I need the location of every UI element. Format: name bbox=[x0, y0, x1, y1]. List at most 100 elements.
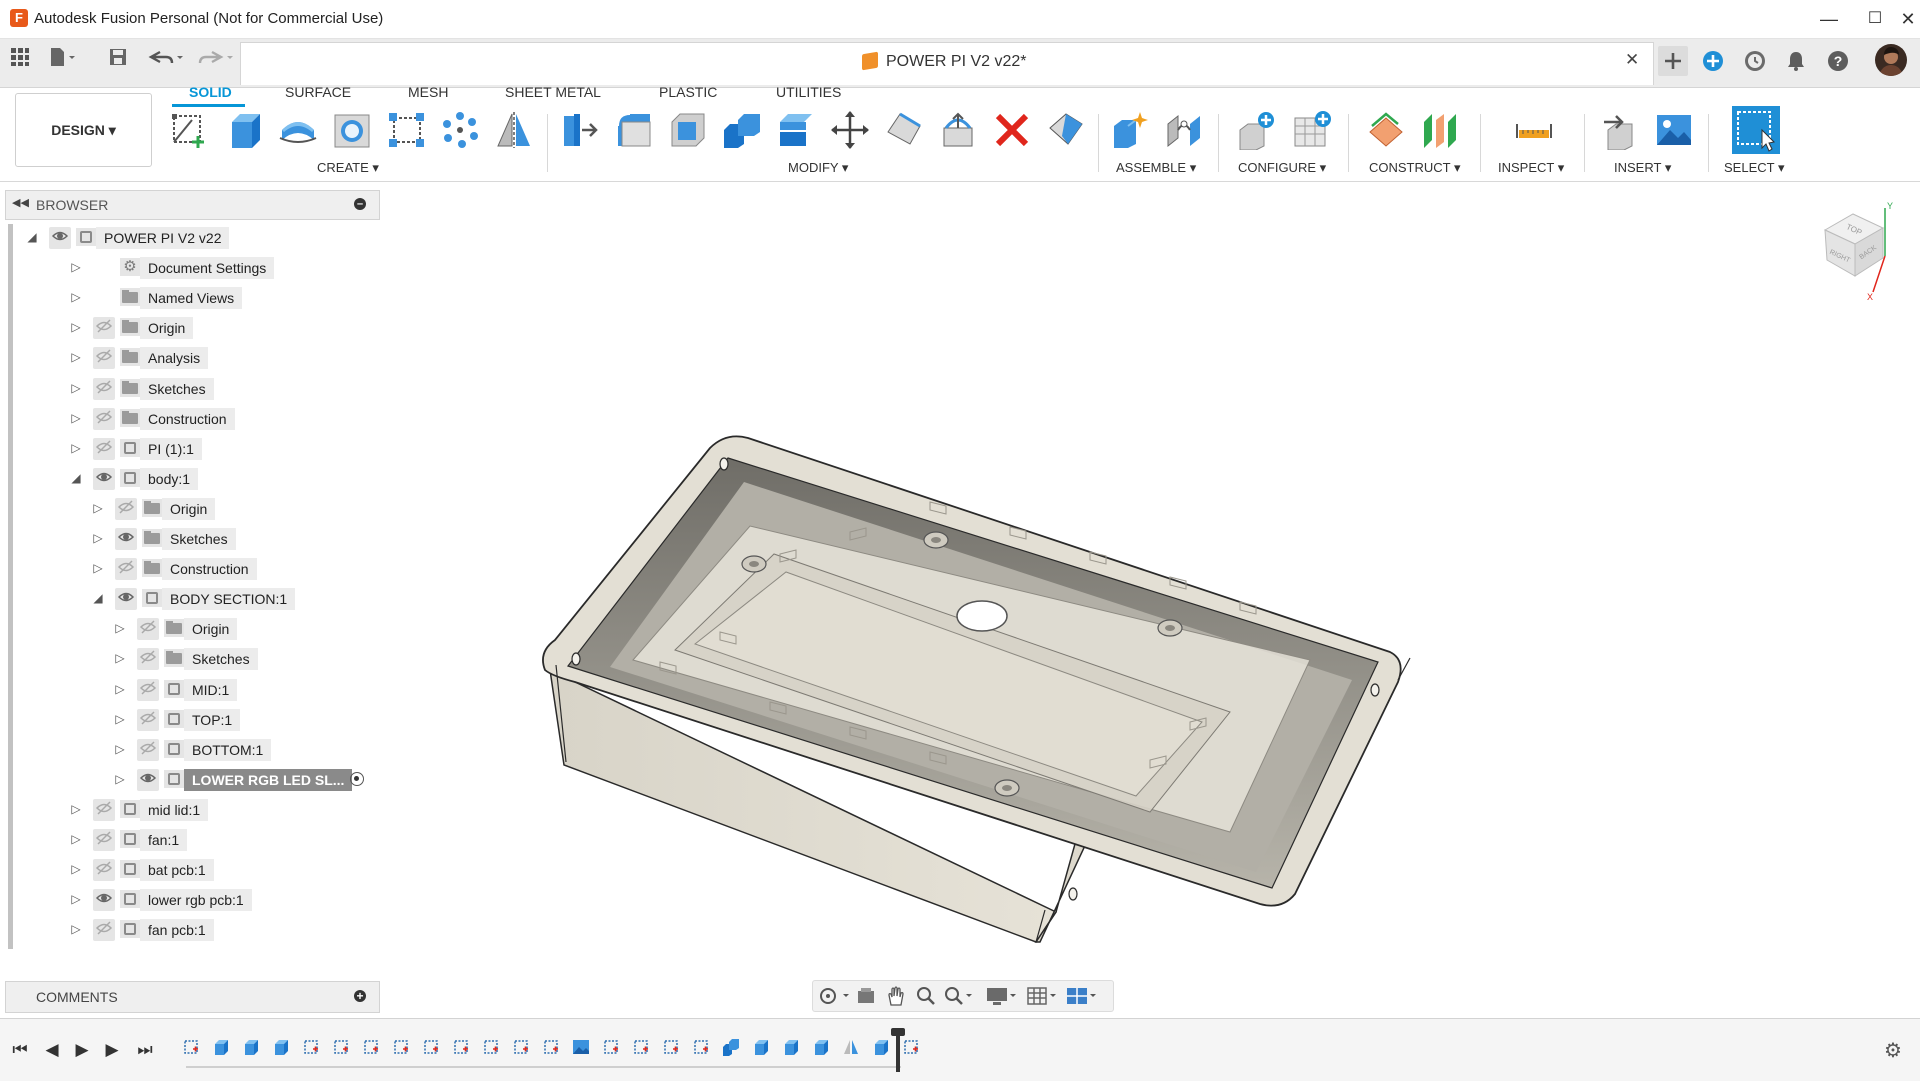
browser-node-label[interactable]: Construction bbox=[140, 407, 235, 430]
tab-sheet-metal[interactable]: SHEET METAL bbox=[505, 84, 601, 100]
timeline-sketch-feature-icon[interactable] bbox=[512, 1038, 530, 1056]
viewports-icon[interactable] bbox=[1065, 985, 1099, 1007]
revolve-icon[interactable] bbox=[278, 110, 318, 150]
timeline-next-button[interactable]: ▶ bbox=[101, 1040, 123, 1060]
browser-node[interactable]: ▷ fan pcb:1 bbox=[0, 918, 380, 944]
fit-zoom-window-icon[interactable] bbox=[941, 985, 975, 1007]
grid-snaps-icon[interactable] bbox=[1025, 985, 1059, 1007]
timeline-marker[interactable] bbox=[896, 1030, 900, 1072]
expand-node-icon[interactable]: ▷ bbox=[69, 832, 83, 846]
job-status-clock-icon[interactable] bbox=[1742, 48, 1768, 74]
eye-hidden-icon[interactable] bbox=[93, 407, 115, 430]
browser-node-label[interactable]: Sketches bbox=[184, 648, 258, 671]
collapse-node-icon[interactable]: ◢ bbox=[91, 591, 105, 605]
delete-icon[interactable] bbox=[992, 110, 1032, 150]
expand-node-icon[interactable]: ▷ bbox=[69, 290, 83, 304]
browser-node[interactable]: ▷ Named Views bbox=[0, 286, 380, 312]
collapse-node-icon[interactable]: ◢ bbox=[69, 471, 83, 485]
construct-group-label[interactable]: CONSTRUCT ▾ bbox=[1369, 160, 1461, 176]
eye-visible-icon[interactable] bbox=[137, 768, 159, 791]
eye-visible-icon[interactable] bbox=[115, 528, 137, 550]
zoom-icon[interactable] bbox=[913, 985, 939, 1007]
display-settings-icon[interactable] bbox=[985, 985, 1019, 1007]
eye-hidden-icon[interactable] bbox=[93, 798, 115, 821]
browser-node[interactable]: ▷ Sketches bbox=[0, 647, 380, 673]
browser-node[interactable]: ▷ fan:1 bbox=[0, 828, 380, 854]
joint-icon[interactable] bbox=[1164, 110, 1204, 150]
eye-hidden-icon[interactable] bbox=[115, 497, 137, 520]
extensions-icon[interactable] bbox=[1700, 48, 1726, 74]
timeline-sketch-feature-icon[interactable] bbox=[182, 1038, 200, 1056]
timeline-sketch-feature-icon[interactable] bbox=[422, 1038, 440, 1056]
expand-node-icon[interactable]: ▷ bbox=[69, 922, 83, 936]
expand-node-icon[interactable]: ▷ bbox=[69, 260, 83, 274]
browser-node[interactable]: ▷ ⚙ Document Settings bbox=[0, 256, 380, 282]
offset-face-icon[interactable] bbox=[776, 110, 816, 150]
browser-minimize-icon[interactable]: – bbox=[354, 198, 366, 210]
browser-node-label[interactable]: Document Settings bbox=[140, 257, 275, 280]
new-component-icon[interactable] bbox=[1110, 110, 1150, 150]
browser-node-label[interactable]: Sketches bbox=[162, 528, 236, 550]
canvas-viewport[interactable] bbox=[390, 182, 1920, 1017]
expand-node-icon[interactable]: ▷ bbox=[69, 441, 83, 455]
user-avatar[interactable] bbox=[1875, 44, 1907, 76]
hole-icon[interactable] bbox=[332, 110, 372, 150]
browser-node[interactable]: ▷ LOWER RGB LED SL... bbox=[0, 768, 380, 794]
browser-node-label[interactable]: MID:1 bbox=[184, 678, 238, 701]
activate-component-radio[interactable] bbox=[350, 771, 364, 786]
data-panel-grid-icon[interactable] bbox=[6, 47, 34, 75]
timeline-extrude-feature-icon[interactable] bbox=[272, 1038, 290, 1056]
rectangular-pattern-icon[interactable] bbox=[386, 110, 426, 150]
expand-node-icon[interactable]: ▷ bbox=[69, 381, 83, 395]
timeline-mirror-feature-icon[interactable] bbox=[842, 1038, 860, 1056]
timeline-previous-button[interactable]: ◀ bbox=[41, 1040, 63, 1060]
align-icon[interactable] bbox=[884, 110, 924, 150]
redo-icon[interactable] bbox=[196, 47, 236, 75]
timeline-canvas-feature-icon[interactable] bbox=[572, 1038, 590, 1056]
replace-face-icon[interactable] bbox=[938, 110, 978, 150]
browser-node[interactable]: ▷ Sketches bbox=[0, 527, 380, 553]
look-at-icon[interactable] bbox=[853, 985, 879, 1007]
timeline-sketch-feature-icon[interactable] bbox=[632, 1038, 650, 1056]
browser-node-label[interactable]: mid lid:1 bbox=[140, 798, 209, 821]
browser-node-label[interactable]: Origin bbox=[162, 497, 216, 520]
browser-node-label[interactable]: fan:1 bbox=[140, 829, 188, 851]
browser-node[interactable]: ▷ BOTTOM:1 bbox=[0, 738, 380, 764]
eye-hidden-icon[interactable] bbox=[93, 437, 115, 460]
browser-node-label[interactable]: Origin bbox=[184, 618, 238, 641]
workspace-switcher-button[interactable]: DESIGN ▾ bbox=[15, 93, 152, 167]
configuration-table-icon[interactable] bbox=[1292, 110, 1332, 150]
close-window-button[interactable]: ✕ bbox=[1895, 6, 1920, 32]
browser-node[interactable]: ◢ POWER PI V2 v22 bbox=[0, 226, 380, 252]
select-tool-icon[interactable] bbox=[1732, 106, 1780, 154]
eye-hidden-icon[interactable] bbox=[93, 859, 115, 882]
browser-node-label[interactable]: Construction bbox=[162, 558, 257, 581]
browser-node-label[interactable]: TOP:1 bbox=[184, 708, 241, 731]
expand-node-icon[interactable]: ▷ bbox=[113, 772, 127, 786]
eye-hidden-icon[interactable] bbox=[137, 648, 159, 671]
browser-node[interactable]: ▷ Origin bbox=[0, 316, 380, 342]
timeline-sketch-feature-icon[interactable] bbox=[482, 1038, 500, 1056]
timeline-sketch-feature-icon[interactable] bbox=[542, 1038, 560, 1056]
insert-derive-icon[interactable] bbox=[1600, 110, 1640, 151]
timeline-extrude-feature-icon[interactable] bbox=[752, 1038, 770, 1056]
timeline-sketch-feature-icon[interactable] bbox=[452, 1038, 470, 1056]
timeline-sketch-feature-icon[interactable] bbox=[362, 1038, 380, 1056]
timeline-sketch-feature-icon[interactable] bbox=[302, 1038, 320, 1056]
3d-model-enclosure[interactable] bbox=[542, 435, 1411, 943]
browser-node-label[interactable]: POWER PI V2 v22 bbox=[96, 227, 230, 249]
view-cube[interactable]: TOP RIGHT BACK Y X bbox=[1805, 200, 1905, 310]
timeline-sketch-feature-icon[interactable] bbox=[662, 1038, 680, 1056]
offset-plane-icon[interactable] bbox=[1366, 110, 1406, 150]
collapse-browser-icon[interactable]: ◀◀ bbox=[12, 196, 29, 209]
combine-icon[interactable] bbox=[722, 110, 762, 150]
timeline-extrude-feature-icon[interactable] bbox=[872, 1038, 890, 1056]
configure-group-label[interactable]: CONFIGURE ▾ bbox=[1238, 160, 1326, 176]
physical-material-icon[interactable] bbox=[1046, 110, 1086, 150]
timeline-play-button[interactable]: ▶ bbox=[71, 1040, 93, 1060]
timeline-sketch-feature-icon[interactable] bbox=[332, 1038, 350, 1056]
browser-node[interactable]: ▷ Origin bbox=[0, 617, 380, 643]
eye-hidden-icon[interactable] bbox=[93, 317, 115, 340]
insert-canvas-icon[interactable] bbox=[1654, 110, 1694, 150]
timeline-sketch-feature-icon[interactable] bbox=[602, 1038, 620, 1056]
